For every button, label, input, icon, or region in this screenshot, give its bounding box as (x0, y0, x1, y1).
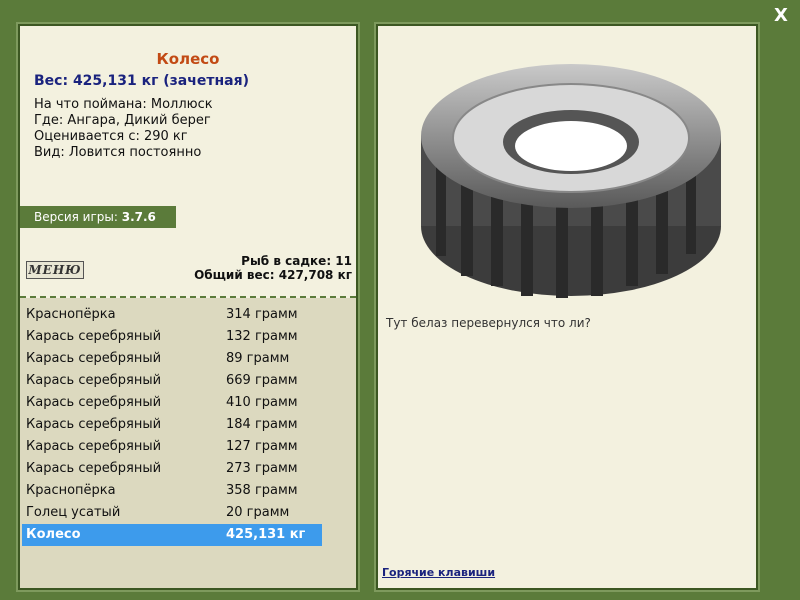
fish-location: Где: Ангара, Дикий берег (34, 113, 211, 128)
catch-fish-name: Карась серебряный (26, 395, 162, 410)
total-weight: Общий вес: 427,708 кг (194, 268, 352, 282)
catch-fish-weight: 273 грамм (226, 461, 298, 476)
catch-list-row[interactable]: Карась серебряный 132 грамм (22, 326, 322, 348)
catch-list: Краснопёрка 314 грамм Карась серебряный 132… (22, 304, 322, 546)
catch-fish-name: Краснопёрка (26, 307, 116, 322)
catch-fish-weight: 425,131 кг (226, 527, 306, 542)
catch-fish-name: Карась серебряный (26, 329, 162, 344)
catch-fish-name: Карась серебряный (26, 439, 162, 454)
catch-fish-weight: 358 грамм (226, 483, 298, 498)
fish-bait: На что поймана: Моллюск (34, 97, 213, 112)
catch-list-row[interactable]: Краснопёрка 358 грамм (22, 480, 322, 502)
version-label: Версия игры: (34, 210, 118, 224)
catch-list-row[interactable]: Голец усатый 20 грамм (22, 502, 322, 524)
tire-image (421, 64, 721, 298)
close-button[interactable]: X (771, 6, 791, 26)
fish-description: Тут белаз перевернулся что ли? (386, 316, 591, 330)
catch-fish-weight: 127 грамм (226, 439, 298, 454)
catch-fish-name: Карась серебряный (26, 417, 162, 432)
fish-preview-panel: Тут белаз перевернулся что ли? Горячие к… (376, 24, 758, 590)
catch-fish-name: Колесо (26, 527, 81, 542)
catch-stats: Рыб в садке: 11 Общий вес: 427,708 кг (194, 254, 352, 282)
fish-title: Колесо (156, 50, 220, 68)
catch-fish-weight: 410 грамм (226, 395, 298, 410)
catch-list-row[interactable]: Колесо 425,131 кг (22, 524, 322, 546)
catch-fish-weight: 184 грамм (226, 417, 298, 432)
catch-list-row[interactable]: Карась серебряный 273 грамм (22, 458, 322, 480)
fish-valued-from: Оценивается с: 290 кг (34, 129, 188, 144)
catch-fish-weight: 132 грамм (226, 329, 298, 344)
catch-fish-weight: 314 грамм (226, 307, 298, 322)
catch-fish-weight: 20 грамм (226, 505, 290, 520)
catch-fish-name: Карась серебряный (26, 351, 162, 366)
menu-button[interactable]: МЕНЮ (26, 261, 84, 279)
catch-fish-name: Карась серебряный (26, 461, 162, 476)
version-value: 3.7.6 (121, 210, 156, 224)
catch-list-row[interactable]: Карась серебряный 410 грамм (22, 392, 322, 414)
fish-count: Рыб в садке: 11 (241, 254, 352, 268)
catch-list-row[interactable]: Карась серебряный 184 грамм (22, 414, 322, 436)
hotkeys-link[interactable]: Горячие клавиши (382, 566, 495, 579)
fish-type: Вид: Ловится постоянно (34, 145, 202, 160)
fish-weight: Вес: 425,131 кг (зачетная) (34, 73, 249, 89)
catch-fish-name: Карась серебряный (26, 373, 162, 388)
catch-fish-weight: 669 грамм (226, 373, 298, 388)
version-bar: Версия игры: 3.7.6 (20, 206, 176, 228)
catch-list-row[interactable]: Карась серебряный 127 грамм (22, 436, 322, 458)
fish-info-panel: Колесо Вес: 425,131 кг (зачетная) На что… (18, 24, 358, 590)
catch-fish-name: Голец усатый (26, 505, 121, 520)
catch-list-row[interactable]: Карась серебряный 89 грамм (22, 348, 322, 370)
catch-list-row[interactable]: Карась серебряный 669 грамм (22, 370, 322, 392)
catch-fish-weight: 89 грамм (226, 351, 290, 366)
catch-fish-name: Краснопёрка (26, 483, 116, 498)
catch-list-row[interactable]: Краснопёрка 314 грамм (22, 304, 322, 326)
